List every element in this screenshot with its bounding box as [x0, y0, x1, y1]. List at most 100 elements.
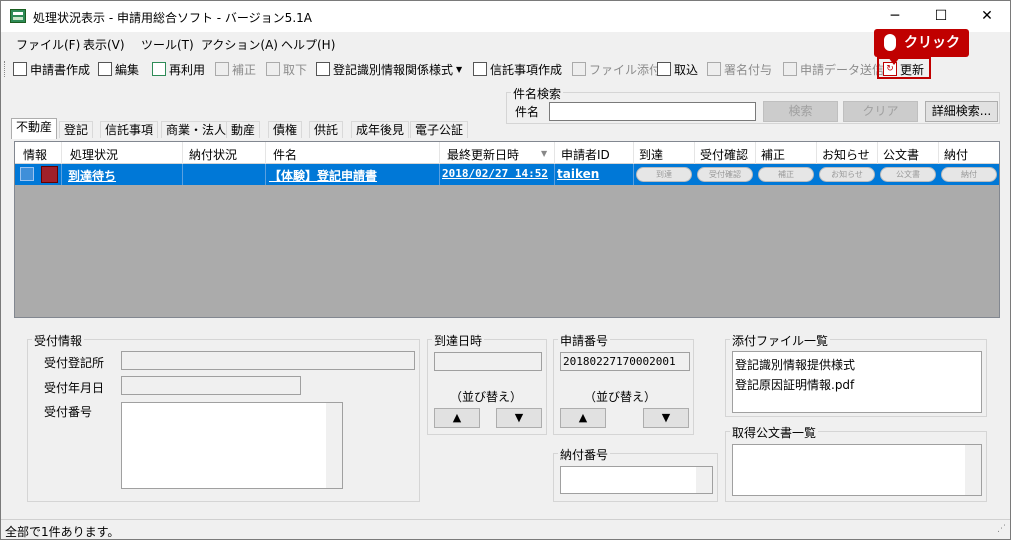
- reuse-label: 再利用: [169, 62, 206, 77]
- col-notice[interactable]: お知らせ: [822, 146, 870, 163]
- docs-list: [732, 444, 982, 496]
- correct-label: 補正: [232, 62, 257, 77]
- col-receipt[interactable]: 受付確認: [700, 146, 748, 163]
- cell-title[interactable]: 【体験】登記申請書: [269, 167, 377, 184]
- menu-help[interactable]: ヘルプ(H): [281, 36, 335, 53]
- receipt-pill: 受付確認: [697, 167, 753, 182]
- list-item[interactable]: 登記原因証明情報.pdf: [735, 376, 854, 393]
- search-button[interactable]: 検索: [763, 101, 838, 122]
- appno-sort-down-button[interactable]: ▼: [643, 408, 689, 428]
- withdraw-label: 取下: [283, 62, 308, 77]
- info-icon: [20, 167, 34, 181]
- col-status[interactable]: 処理状況: [70, 146, 118, 163]
- sign-button[interactable]: 署名付与: [707, 60, 772, 78]
- trust-label: 信託事項作成: [490, 62, 563, 77]
- arrival-group-label: 到達日時: [432, 332, 485, 349]
- tab-registration[interactable]: 登記: [59, 121, 94, 138]
- correction-pill: 補正: [758, 167, 814, 182]
- arrival-sort-up-button[interactable]: ▲: [434, 408, 480, 428]
- main-window: 処理状況表示 - 申請用総合ソフト - バージョン5.1A ─ ☐ ✕ ファイル…: [0, 0, 1011, 540]
- receipt-scrollbar[interactable]: [326, 403, 342, 488]
- col-applicant[interactable]: 申請者ID: [561, 146, 610, 163]
- menu-view[interactable]: 表示(V): [83, 36, 125, 53]
- tab-movables[interactable]: 動産: [226, 121, 261, 138]
- withdraw-button[interactable]: 取下: [266, 60, 307, 78]
- tab-notary[interactable]: 電子公証: [410, 121, 469, 138]
- tab-deposit[interactable]: 供託: [309, 121, 344, 138]
- cell-status[interactable]: 到達待ち: [68, 167, 116, 184]
- toolbar-grip: [4, 61, 7, 77]
- edit-icon: [98, 62, 112, 76]
- docs-group-label: 取得公文書一覧: [730, 424, 819, 441]
- cell-applicant[interactable]: taiken: [557, 167, 599, 181]
- menu-file[interactable]: ファイル(F): [16, 36, 80, 53]
- mouse-icon: [884, 34, 896, 51]
- col-pay[interactable]: 納付: [944, 146, 968, 163]
- document-icon: [13, 62, 27, 76]
- import-button[interactable]: 取込: [657, 60, 698, 78]
- search-input[interactable]: [549, 102, 756, 121]
- toolbar: 申請書作成 編集 再利用 補正 取下 登記識別情報関係様式 ▼ 信託事項作成 ファ…: [1, 56, 1010, 80]
- reg-info-label: 登記識別情報関係様式: [333, 62, 454, 77]
- click-callout: クリック: [874, 29, 969, 65]
- receipt-office-label: 受付登記所: [44, 356, 105, 370]
- appno-group-label: 申請番号: [558, 332, 611, 349]
- col-official-doc[interactable]: 公文書: [883, 146, 919, 163]
- correct-button[interactable]: 補正: [215, 60, 256, 78]
- tab-guardianship[interactable]: 成年後見: [351, 121, 410, 138]
- payno-scrollbar[interactable]: [696, 467, 712, 493]
- appno-group: 申請番号 20180227170002001 （並び替え） ▲ ▼: [553, 332, 694, 435]
- detail-search-button[interactable]: 詳細検索...: [925, 101, 998, 122]
- reuse-icon: [152, 62, 166, 76]
- tab-claims[interactable]: 債権: [268, 121, 303, 138]
- menu-action[interactable]: アクション(A): [201, 36, 278, 53]
- create-button[interactable]: 申請書作成: [13, 60, 90, 78]
- sign-icon: [707, 62, 721, 76]
- attach-label: ファイル添付: [589, 62, 662, 77]
- tab-commercial[interactable]: 商業・法人: [161, 121, 232, 138]
- payno-group: 納付番号: [553, 446, 718, 502]
- trust-button[interactable]: 信託事項作成: [473, 60, 562, 78]
- reg-info-button[interactable]: 登記識別情報関係様式 ▼: [316, 60, 462, 78]
- attach-icon: [572, 62, 586, 76]
- search-group-label: 件名検索: [511, 85, 564, 102]
- status-bar: 全部で1件あります。 ⋰: [1, 519, 1010, 539]
- docs-group: 取得公文書一覧: [725, 424, 987, 502]
- dropdown-arrow-icon: ▼: [456, 64, 463, 74]
- application-grid: 情報 処理状況 納付状況 件名 最終更新日時 ▼ 申請者ID 到達 受付確認 補…: [14, 141, 1000, 318]
- edit-button[interactable]: 編集: [98, 60, 139, 78]
- reuse-button[interactable]: 再利用: [152, 60, 205, 78]
- col-payment[interactable]: 納付状況: [189, 146, 237, 163]
- appno-field: 20180227170002001: [560, 352, 690, 371]
- col-info[interactable]: 情報: [23, 146, 47, 163]
- tab-realestate[interactable]: 不動産: [11, 118, 58, 139]
- resize-grip-icon[interactable]: ⋰: [997, 524, 1006, 534]
- col-correction[interactable]: 補正: [761, 146, 785, 163]
- clear-button[interactable]: クリア: [843, 101, 918, 122]
- send-label: 申請データ送信: [800, 62, 885, 77]
- arrival-sort-down-button[interactable]: ▼: [496, 408, 542, 428]
- col-arrival[interactable]: 到達: [639, 146, 663, 163]
- close-button[interactable]: ✕: [964, 1, 1010, 32]
- withdraw-icon: [266, 62, 280, 76]
- attachments-group-label: 添付ファイル一覧: [730, 332, 831, 349]
- col-title[interactable]: 件名: [273, 146, 297, 163]
- list-item[interactable]: 登記識別情報提供様式: [735, 356, 855, 373]
- receipt-number-field: [121, 402, 343, 489]
- app-icon: [10, 9, 26, 23]
- attach-button[interactable]: ファイル添付: [572, 60, 661, 78]
- send-button[interactable]: 申請データ送信: [783, 60, 884, 78]
- col-updated[interactable]: 最終更新日時: [447, 146, 519, 163]
- docs-scrollbar[interactable]: [965, 445, 981, 495]
- appno-sort-up-button[interactable]: ▲: [560, 408, 606, 428]
- search-label: 件名: [515, 105, 540, 119]
- maximize-button[interactable]: ☐: [918, 1, 964, 32]
- table-row[interactable]: 到達待ち 【体験】登記申請書 2018/02/27 14:52 taiken 到…: [15, 164, 999, 185]
- tab-trust[interactable]: 信託事項: [100, 121, 159, 138]
- cell-updated[interactable]: 2018/02/27 14:52: [442, 167, 548, 180]
- minimize-button[interactable]: ─: [872, 1, 918, 32]
- receipt-group-label: 受付情報: [32, 332, 85, 349]
- correct-icon: [215, 62, 229, 76]
- update-highlight: [877, 57, 931, 79]
- menu-tools[interactable]: ツール(T): [141, 36, 194, 53]
